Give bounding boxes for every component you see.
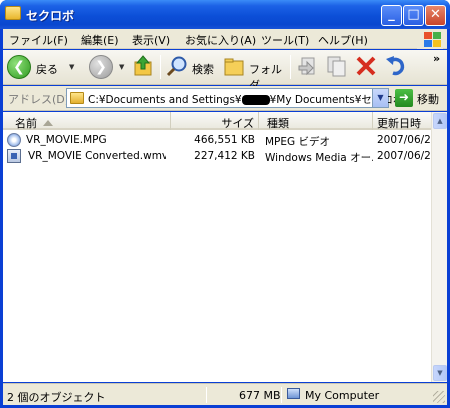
- menu-view[interactable]: 表示(V): [132, 32, 170, 48]
- scroll-up-icon[interactable]: ▲: [433, 113, 447, 129]
- column-date[interactable]: 更新日時: [373, 112, 431, 130]
- folder-icon: [70, 92, 84, 104]
- status-separator: [206, 387, 207, 403]
- copy-to-button[interactable]: [325, 54, 347, 80]
- search-icon: [166, 56, 187, 77]
- column-header: 名前 サイズ 種類 更新日時: [3, 112, 431, 130]
- windows-flag-icon: [417, 29, 443, 49]
- window-title: セクロボ: [26, 9, 75, 23]
- column-type[interactable]: 種類: [259, 112, 373, 130]
- toolbar-separator: [290, 55, 291, 79]
- back-button[interactable]: ❮ 戻る ▼: [7, 54, 77, 80]
- menu-edit[interactable]: 編集(E): [81, 32, 119, 48]
- status-bar: 2 個のオブジェクト 677 MB My Computer: [3, 383, 447, 405]
- status-separator: [281, 387, 282, 403]
- folder-icon: [5, 6, 21, 20]
- redaction-mark: [241, 95, 270, 105]
- address-bar: アドレス(D) C:¥Documents and Settings¥ ¥My Do…: [3, 86, 447, 111]
- resize-grip[interactable]: [433, 391, 445, 403]
- file-name: VR_MOVIE.MPG: [26, 134, 107, 146]
- toolbar-separator: [160, 55, 161, 79]
- undo-icon: [386, 56, 405, 76]
- go-arrow-icon[interactable]: ➜: [395, 89, 413, 107]
- explorer-window: セクロボ _ □ ✕ ファイル(F) 編集(E) 表示(V) お気に入り(A) …: [0, 0, 450, 408]
- copy-to-icon: [327, 56, 346, 77]
- delete-icon: [356, 56, 376, 76]
- file-size: 227,412 KB: [194, 150, 255, 162]
- column-name-label: 名前: [15, 117, 37, 130]
- up-folder-icon: [134, 55, 152, 76]
- computer-icon: [287, 388, 300, 399]
- column-size[interactable]: サイズ: [171, 112, 259, 130]
- address-dropdown-icon[interactable]: ▼: [372, 89, 388, 107]
- search-label: 検索: [192, 63, 214, 76]
- file-type: MPEG ビデオ: [265, 136, 330, 148]
- search-button[interactable]: 検索: [166, 54, 218, 80]
- address-path[interactable]: C:¥Documents and Settings¥ ¥My Documents¥…: [88, 92, 403, 107]
- sort-ascending-icon: [43, 120, 53, 126]
- menu-bar: ファイル(F) 編集(E) 表示(V) お気に入り(A) ツール(T) ヘルプ(…: [3, 29, 447, 49]
- file-type: Windows Media オー...: [265, 152, 373, 164]
- menu-favorites[interactable]: お気に入り(A): [185, 32, 256, 48]
- maximize-button[interactable]: □: [403, 5, 424, 26]
- menu-help[interactable]: ヘルプ(H): [318, 32, 368, 48]
- address-label: アドレス(D): [8, 93, 70, 106]
- file-name: VR_MOVIE Converted.wmv: [26, 150, 166, 162]
- status-total-size: 677 MB: [239, 389, 281, 402]
- mpeg-video-icon: [7, 133, 21, 147]
- vertical-scrollbar[interactable]: ▲ ▼: [431, 112, 447, 382]
- folders-icon: [224, 58, 244, 76]
- move-to-button[interactable]: [297, 54, 319, 80]
- file-date: 2007/06/25 22: [377, 134, 431, 146]
- forward-dropdown-icon[interactable]: ▼: [119, 63, 124, 71]
- address-path-prefix: C:¥Documents and Settings¥: [88, 94, 242, 106]
- delete-button[interactable]: [355, 54, 377, 80]
- status-location: My Computer: [305, 389, 380, 402]
- undo-button[interactable]: [385, 54, 407, 80]
- status-object-count: 2 個のオブジェクト: [7, 391, 106, 404]
- minimize-button[interactable]: _: [381, 5, 402, 26]
- file-row[interactable]: VR_MOVIE.MPG 466,551 KB MPEG ビデオ 2007/06…: [3, 132, 431, 148]
- menu-tools[interactable]: ツール(T): [261, 32, 309, 48]
- menu-file[interactable]: ファイル(F): [9, 32, 68, 48]
- scroll-down-icon[interactable]: ▼: [433, 365, 447, 381]
- title-bar[interactable]: セクロボ _ □ ✕: [0, 0, 450, 29]
- windows-media-icon: [7, 149, 21, 163]
- forward-arrow-icon: ❯: [89, 55, 113, 79]
- file-date: 2007/06/25 23: [377, 150, 431, 162]
- column-name[interactable]: 名前: [3, 112, 171, 130]
- toolbar: ❮ 戻る ▼ ❯ ▼ 検索 フォルダ: [3, 50, 447, 92]
- file-size: 466,551 KB: [194, 134, 255, 146]
- move-to-icon: [298, 57, 315, 76]
- file-list[interactable]: 名前 サイズ 種類 更新日時 VR_MOVIE.MPG 466,551 KB M…: [3, 112, 447, 382]
- back-dropdown-icon[interactable]: ▼: [69, 63, 74, 71]
- go-button[interactable]: 移動: [417, 91, 439, 107]
- close-button[interactable]: ✕: [425, 5, 446, 26]
- toolbar-overflow-button[interactable]: »: [433, 52, 440, 65]
- up-folder-button[interactable]: [133, 54, 155, 80]
- address-input[interactable]: C:¥Documents and Settings¥ ¥My Documents¥…: [66, 88, 403, 108]
- forward-button[interactable]: ❯ ▼: [89, 54, 129, 80]
- back-button-label: 戻る: [36, 63, 58, 76]
- folders-button[interactable]: フォルダ: [223, 54, 285, 92]
- file-name-focused: VR_MOVIE Converted.wmv: [26, 150, 166, 162]
- back-arrow-icon: ❮: [7, 55, 31, 79]
- file-row[interactable]: VR_MOVIE Converted.wmv 227,412 KB Window…: [3, 148, 431, 164]
